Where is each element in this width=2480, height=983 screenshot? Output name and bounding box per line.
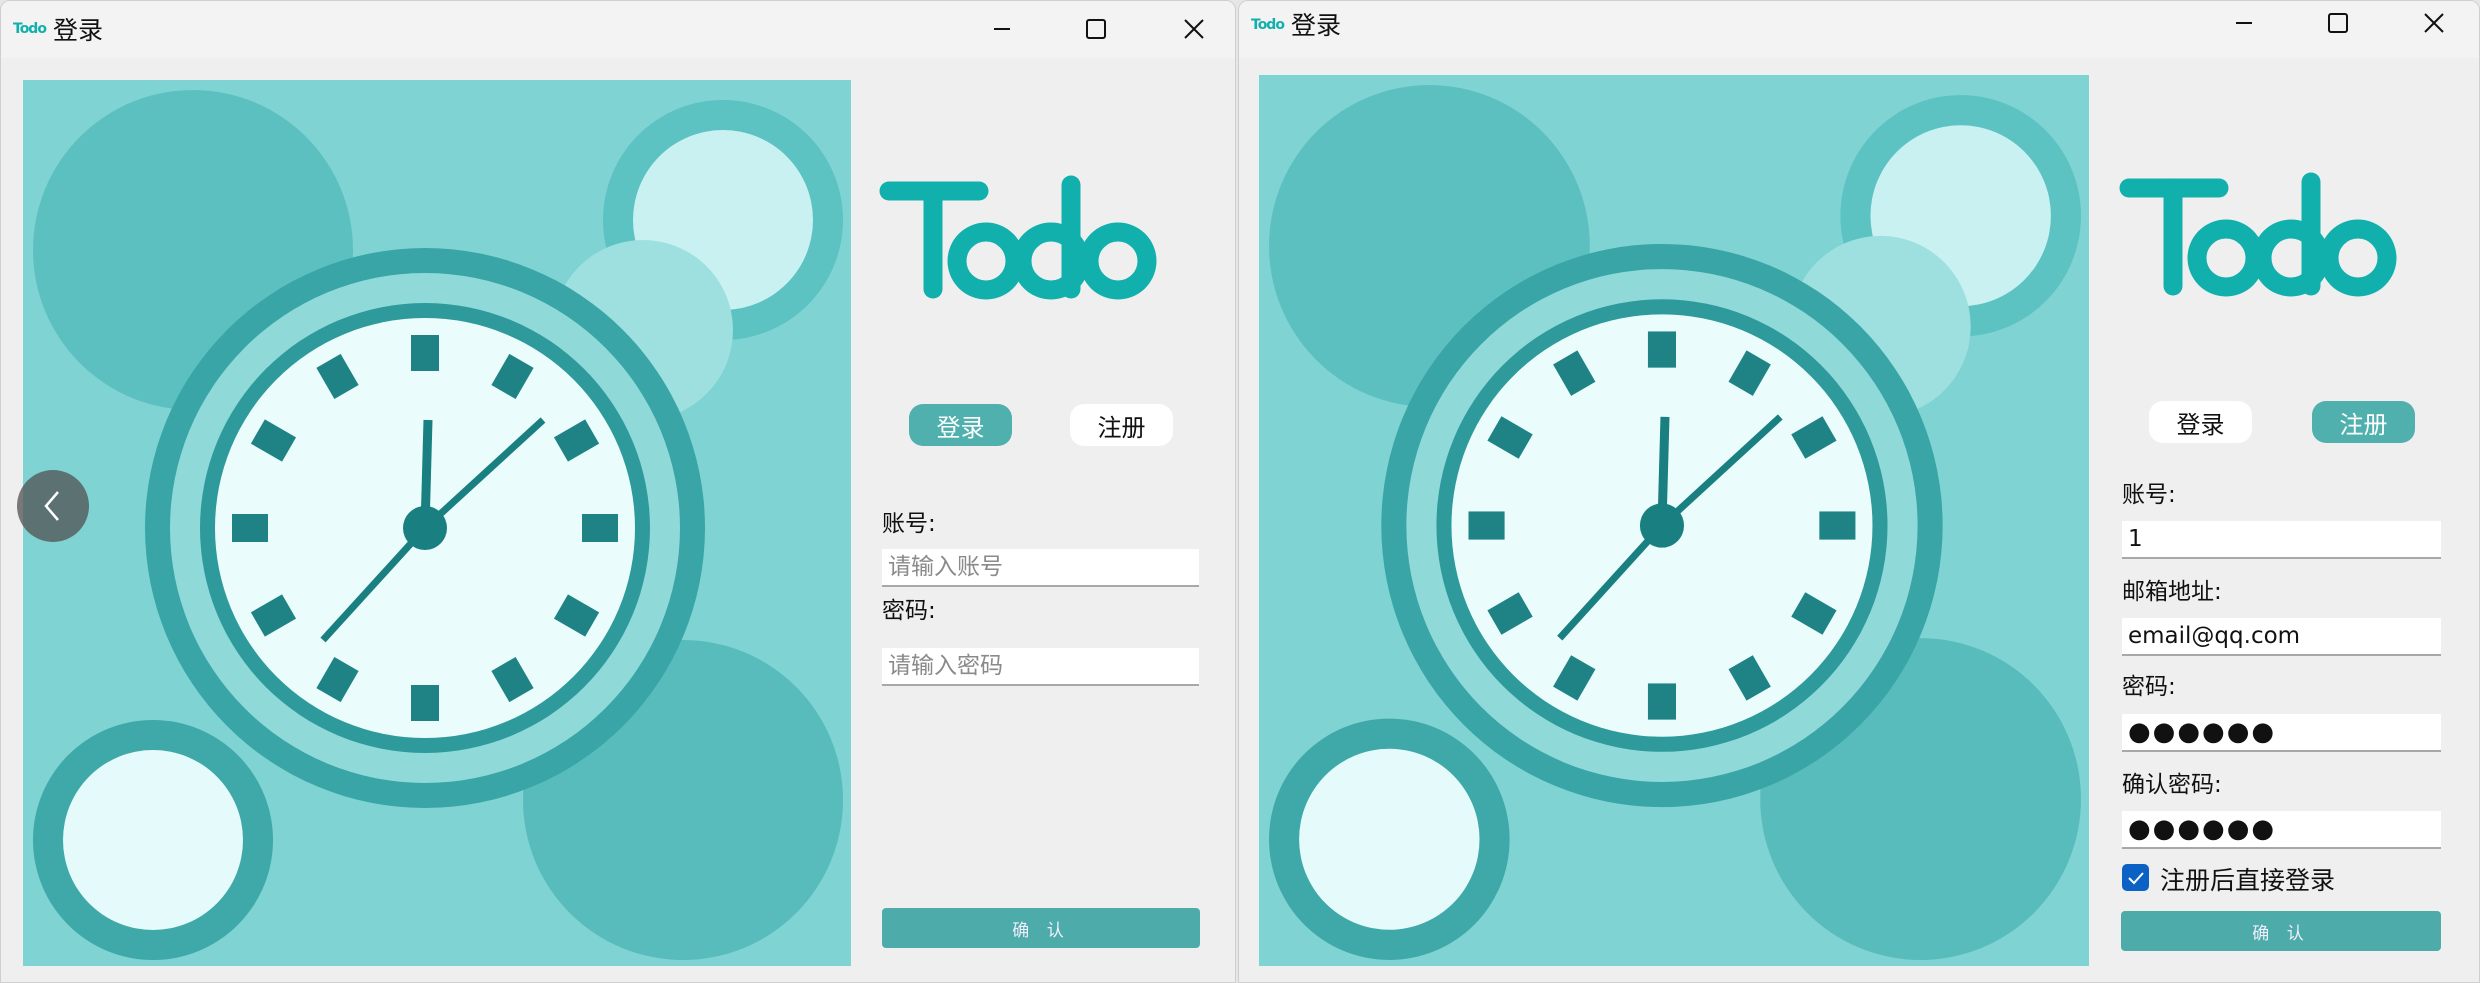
clock-illustration [23, 80, 851, 966]
confirm-password-input[interactable] [2122, 811, 2441, 849]
tab-login[interactable]: 登录 [909, 404, 1012, 446]
title-bar: Todo 登录 [1, 1, 1235, 58]
minimize-button[interactable] [977, 9, 1027, 49]
password-input[interactable] [2122, 714, 2441, 752]
password-label: 密码: [882, 598, 936, 624]
confirm-password-label: 确认密码: [2122, 772, 2222, 798]
email-label: 邮箱地址: [2122, 579, 2222, 605]
clock-illustration [1259, 75, 2089, 966]
maximize-button[interactable] [2313, 3, 2363, 43]
account-label: 账号: [882, 511, 936, 537]
password-label: 密码: [2122, 674, 2176, 700]
auto-login-checkbox[interactable] [2122, 864, 2149, 891]
maximize-icon [1086, 19, 1106, 39]
register-window: Todo 登录 登录 注册 账号: 邮箱地址: 密码: 确认密码: 注册后直接登… [1238, 0, 2480, 983]
window-title: 登录 [1291, 11, 1342, 40]
tab-register[interactable]: 注册 [2312, 401, 2415, 443]
login-window: Todo 登录 登录 注册 账号: 密码: 确 认 [0, 0, 1236, 983]
password-input[interactable] [882, 648, 1199, 686]
account-input[interactable] [2122, 521, 2441, 559]
todo-logo-icon: Todo [13, 21, 47, 37]
maximize-icon [2328, 13, 2348, 33]
todo-logo [879, 175, 1157, 300]
tab-login[interactable]: 登录 [2149, 401, 2252, 443]
confirm-button[interactable]: 确 认 [2121, 911, 2441, 951]
previous-image-button[interactable] [17, 470, 89, 542]
account-input[interactable] [882, 549, 1199, 587]
tab-register[interactable]: 注册 [1070, 404, 1173, 446]
close-icon [1184, 19, 1204, 39]
title-bar: Todo 登录 [1239, 1, 2479, 58]
close-button[interactable] [1169, 9, 1219, 49]
auto-login-label: 注册后直接登录 [2160, 866, 2336, 895]
close-button[interactable] [2409, 3, 2459, 43]
minimize-button[interactable] [2219, 3, 2269, 43]
account-label: 账号: [2122, 482, 2176, 508]
confirm-button[interactable]: 确 认 [882, 908, 1200, 948]
minimize-icon [2236, 22, 2252, 24]
todo-logo [2119, 172, 2397, 297]
maximize-button[interactable] [1071, 9, 1121, 49]
chevron-left-icon [44, 491, 59, 521]
minimize-icon [994, 28, 1010, 30]
checkmark-icon [2127, 871, 2144, 884]
todo-logo-icon: Todo [1251, 17, 1285, 33]
window-title: 登录 [53, 16, 104, 45]
close-icon [2424, 13, 2444, 33]
email-input[interactable] [2122, 618, 2441, 656]
